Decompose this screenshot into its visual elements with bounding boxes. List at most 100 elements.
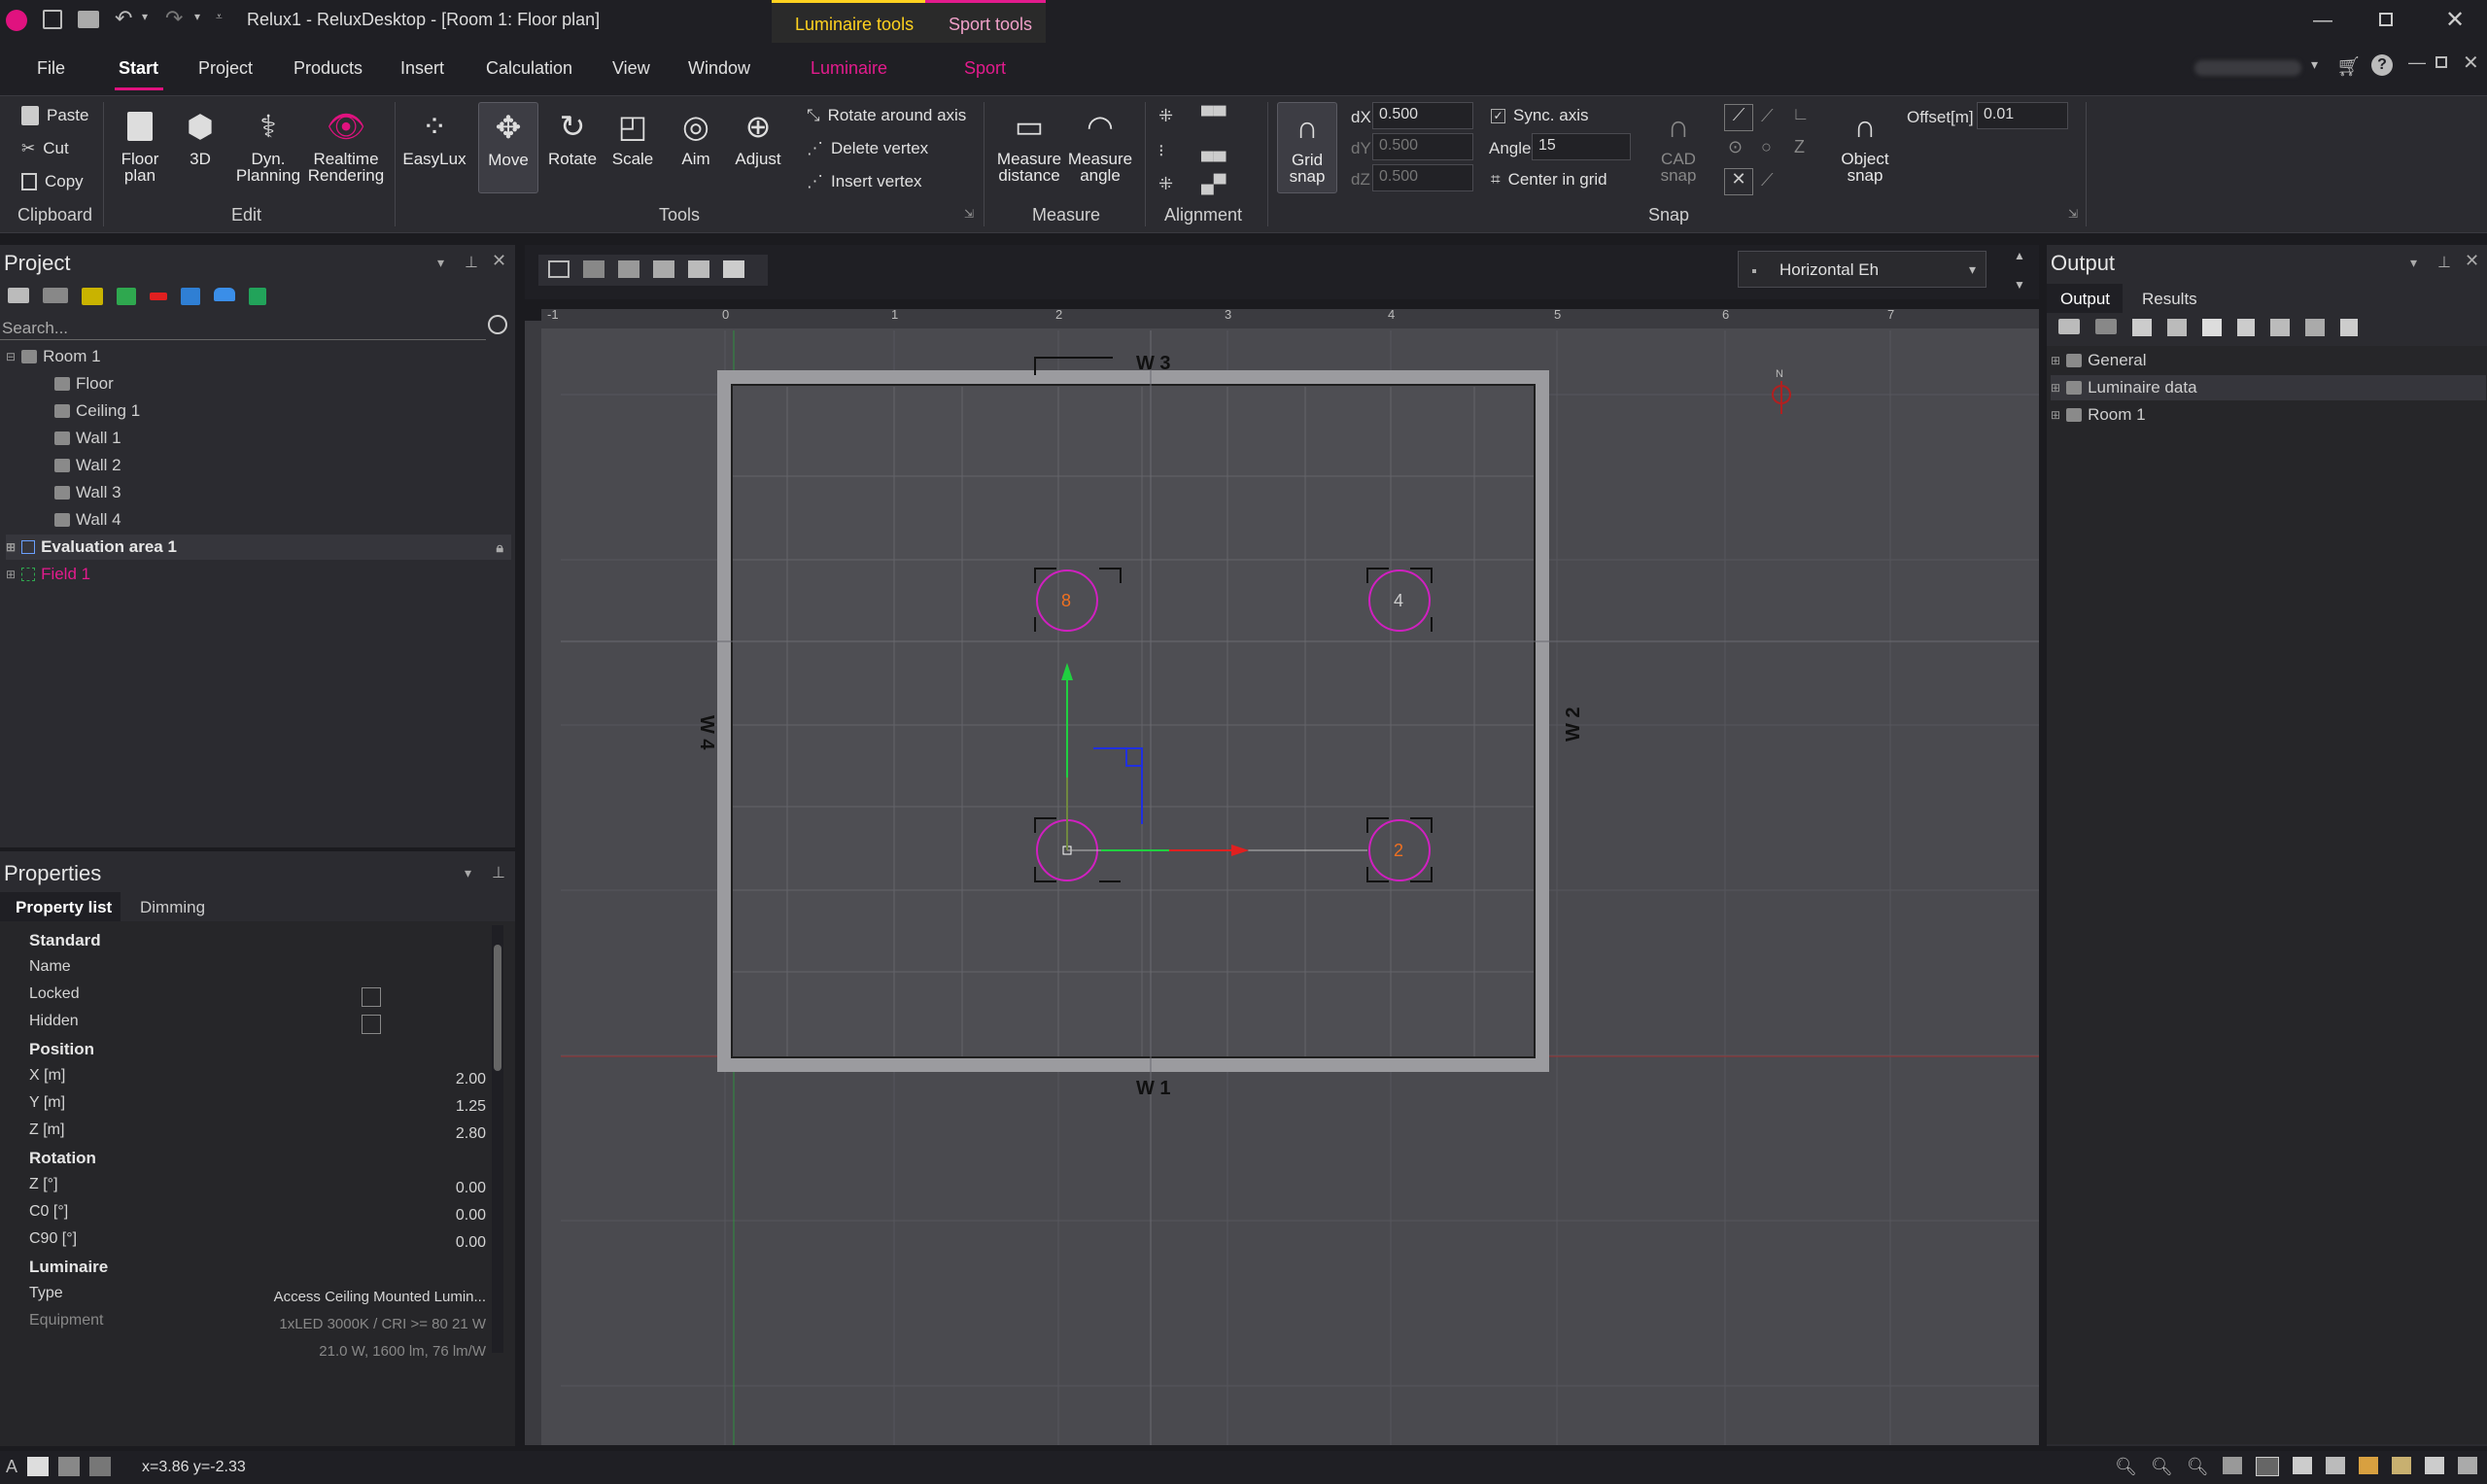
pin-icon[interactable]: ⊥ [2437,253,2451,272]
view-render-icon[interactable] [2424,1457,2444,1474]
tree-item-wall-4[interactable]: Wall 4 [54,507,121,533]
user-dropdown-icon[interactable]: ▾ [2311,56,2318,73]
cart-icon[interactable]: 🛒︎ [2336,54,2361,79]
evaluation-checkbox-icon[interactable] [21,540,36,554]
panel-dropdown-icon[interactable]: ▾ [465,865,471,881]
values-icon[interactable] [653,260,674,278]
align-top-icon[interactable]: ▀▀ [1201,106,1226,126]
room-icon[interactable] [8,288,29,303]
view-iso-icon[interactable] [2358,1457,2378,1474]
prop-equipment[interactable]: Equipment 1xLED 3000K / CRI >= 80 21 W [29,1312,486,1337]
layers-green-icon[interactable] [117,288,136,305]
tab-results[interactable]: Results [2142,290,2197,309]
panel-close-icon[interactable]: ✕ [2465,251,2479,271]
isolines-icon[interactable] [583,260,604,278]
prop-y[interactable]: Y [m] 1.25 [29,1094,486,1120]
tree-item-wall-2[interactable]: Wall 2 [54,453,121,478]
panel-close-icon[interactable]: ✕ [492,251,506,271]
snap-perpendicular-icon[interactable]: ∟ [1792,104,1810,124]
center-in-grid-button[interactable]: ⌗ Center in grid [1491,170,1607,190]
floor-plan-canvas[interactable]: W 3 W 1 W 4 W 2 N 8 4 2 [541,321,2039,1445]
move-button[interactable]: ✥ Move [478,102,538,193]
align-bottom-icon[interactable]: ▄▀ [1201,174,1226,194]
prop-x[interactable]: X [m] 2.00 [29,1067,486,1092]
tree-item-ceiling[interactable]: Ceiling 1 [54,398,140,424]
align-left-icon[interactable]: ⁜ [1158,106,1173,126]
sync-axis-checkbox[interactable]: ✓ Sync. axis [1491,106,1588,125]
object-snap-button[interactable]: ∩ Object snap [1827,108,1903,185]
redo-icon[interactable]: ↷ [165,6,183,31]
grid-mode-icon[interactable] [27,1457,50,1476]
doc-restore-button[interactable] [2435,56,2447,68]
menu-file[interactable]: File [37,58,65,79]
redo-dropdown-icon[interactable]: ▾ [194,10,200,23]
doc-minimize-button[interactable]: — [2408,52,2426,73]
view-top-icon[interactable] [2222,1457,2242,1474]
zoom-icon[interactable]: 🔍︎ [2115,1457,2137,1477]
align-center-v-icon[interactable]: ⁝ [1158,141,1164,161]
panel-dropdown-icon[interactable]: ▾ [437,255,444,271]
room-outline-icon[interactable] [2095,319,2117,334]
menu-window[interactable]: Window [688,58,750,79]
save-icon[interactable] [43,10,62,29]
chart-mode-icon[interactable] [58,1457,81,1476]
panel-dropdown-icon[interactable]: ▾ [2410,255,2417,271]
tree-item-evaluation-area[interactable]: ⊞ Evaluation area 1 🔒︎ [6,535,511,560]
help-icon[interactable]: ? [2371,54,2393,76]
toolbar-scroll-down-icon[interactable]: ▼ [2014,278,2025,292]
cut-button[interactable]: ✂ Cut [21,139,69,158]
pin-icon[interactable]: ⊥ [465,253,478,272]
tree-item-field[interactable]: ⊞ Field 1 [6,562,90,587]
snap-intersection-icon[interactable]: ✕ [1724,168,1753,195]
prop-c90[interactable]: C90 [°] 0.00 [29,1230,486,1256]
aim-button[interactable]: ◎ Aim [667,108,725,168]
photo-icon[interactable] [723,260,744,278]
prop-rot-z[interactable]: Z [°] 0.00 [29,1176,486,1201]
dz-input[interactable]: 0.500 [1372,164,1473,191]
view-plan-icon[interactable] [2255,1457,2279,1476]
chart-icon[interactable] [2305,319,2325,336]
view-3d-icon[interactable] [2325,1457,2345,1474]
3d-button[interactable]: ⬢ 3D [175,108,225,168]
pin-icon[interactable]: ⊥ [492,863,505,882]
luminaire-yellow-icon[interactable] [82,288,103,305]
prop-locked[interactable]: Locked [29,985,486,1011]
snap-circle-center-icon[interactable]: ⊙ [1728,137,1743,157]
room-icon[interactable] [2058,319,2080,334]
prop-type[interactable]: Type Access Ceiling Mounted Lumin... [29,1285,486,1310]
paste-button[interactable]: Paste [21,106,88,125]
expand-icon[interactable]: ⊞ [2051,354,2060,367]
expand-icon[interactable]: ⊞ [6,568,16,581]
export-icon[interactable] [2340,319,2358,336]
insert-vertex-button[interactable]: ⋰ Insert vertex [807,172,922,191]
measure-distance-button[interactable]: ▭ Measure distance [989,108,1069,185]
property-scrollbar[interactable] [492,925,503,1353]
prop-c0[interactable]: C0 [°] 0.00 [29,1203,486,1228]
snap-circle-icon[interactable]: ○ [1761,137,1772,157]
dy-input[interactable]: 0.500 [1372,133,1473,160]
image-mode-icon[interactable] [89,1457,112,1476]
blue-box-icon[interactable] [181,288,200,305]
expand-icon[interactable]: ⊞ [2051,381,2060,395]
floor-plan-button[interactable]: Floor plan [109,108,171,184]
lock-icon[interactable]: 🔒︎ [497,539,503,556]
tree-item-wall-3[interactable]: Wall 3 [54,480,121,505]
menu-products[interactable]: Products [294,58,363,79]
output-item-luminaire-data[interactable]: ⊞ Luminaire data [2051,375,2486,400]
tab-property-list[interactable]: Property list [0,892,121,921]
cursor-mode-icon[interactable]: A [6,1457,17,1477]
section-standard[interactable]: Standard [29,931,101,950]
menu-calculation[interactable]: Calculation [486,58,572,79]
red-object-icon[interactable] [150,293,167,300]
blue-furniture-icon[interactable] [214,288,235,301]
minimize-window-button[interactable]: — [2313,10,2332,32]
easylux-button[interactable]: ⁘ EasyLux [400,108,468,168]
expand-icon[interactable]: ⊞ [6,540,16,554]
output-item-general[interactable]: ⊞ General [2051,348,2486,373]
3d-report-icon[interactable] [2167,319,2187,336]
snap-line-icon[interactable]: ⟋ [1761,106,1774,126]
menu-luminaire[interactable]: Luminaire [811,58,887,79]
doc-close-button[interactable]: ✕ [2463,51,2479,75]
prop-value[interactable]: 0.00 [456,1207,486,1225]
false-color-icon[interactable] [618,260,639,278]
